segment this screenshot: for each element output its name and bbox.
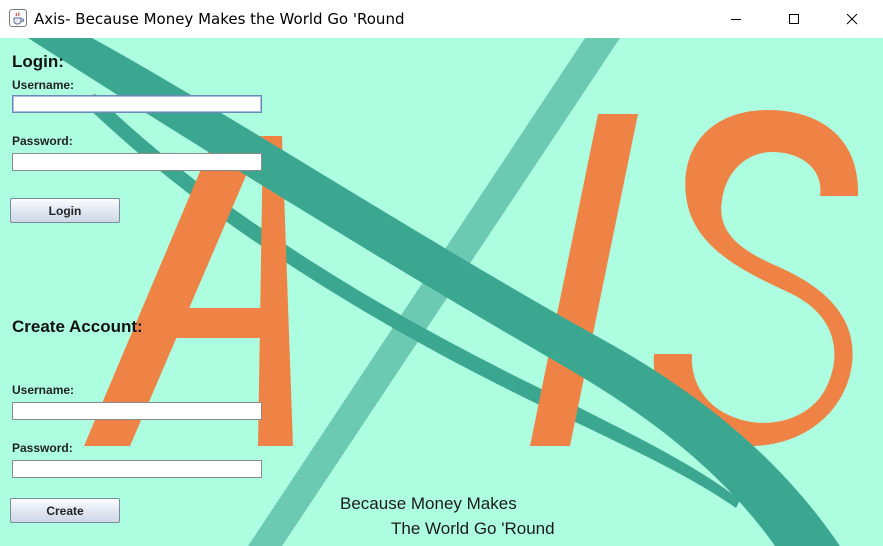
create-username-input[interactable] — [12, 402, 262, 420]
tagline-line-2: The World Go 'Round — [391, 519, 555, 538]
login-password-input[interactable] — [12, 153, 262, 171]
login-button[interactable]: Login — [10, 198, 120, 223]
close-icon — [846, 13, 858, 25]
java-cup-icon — [9, 9, 27, 27]
window-title: Axis- Because Money Makes the World Go '… — [34, 10, 405, 28]
window-titlebar: Axis- Because Money Makes the World Go '… — [0, 0, 883, 38]
maximize-button[interactable] — [765, 0, 823, 38]
minimize-button[interactable] — [707, 0, 765, 38]
minimize-icon — [731, 19, 741, 20]
create-button[interactable]: Create — [10, 498, 120, 523]
main-panel: Login: Username: Password: Login Create … — [0, 38, 883, 546]
create-account-heading: Create Account: — [12, 317, 143, 336]
close-button[interactable] — [823, 0, 881, 38]
login-password-label: Password: — [12, 134, 73, 148]
login-heading: Login: — [12, 52, 64, 71]
tagline-line-1: Because Money Makes — [340, 494, 517, 513]
create-password-label: Password: — [12, 441, 73, 455]
create-username-label: Username: — [12, 383, 75, 397]
login-username-label: Username: — [12, 78, 75, 92]
maximize-icon — [789, 14, 799, 24]
login-username-input[interactable] — [12, 95, 262, 113]
create-password-input[interactable] — [12, 460, 262, 478]
